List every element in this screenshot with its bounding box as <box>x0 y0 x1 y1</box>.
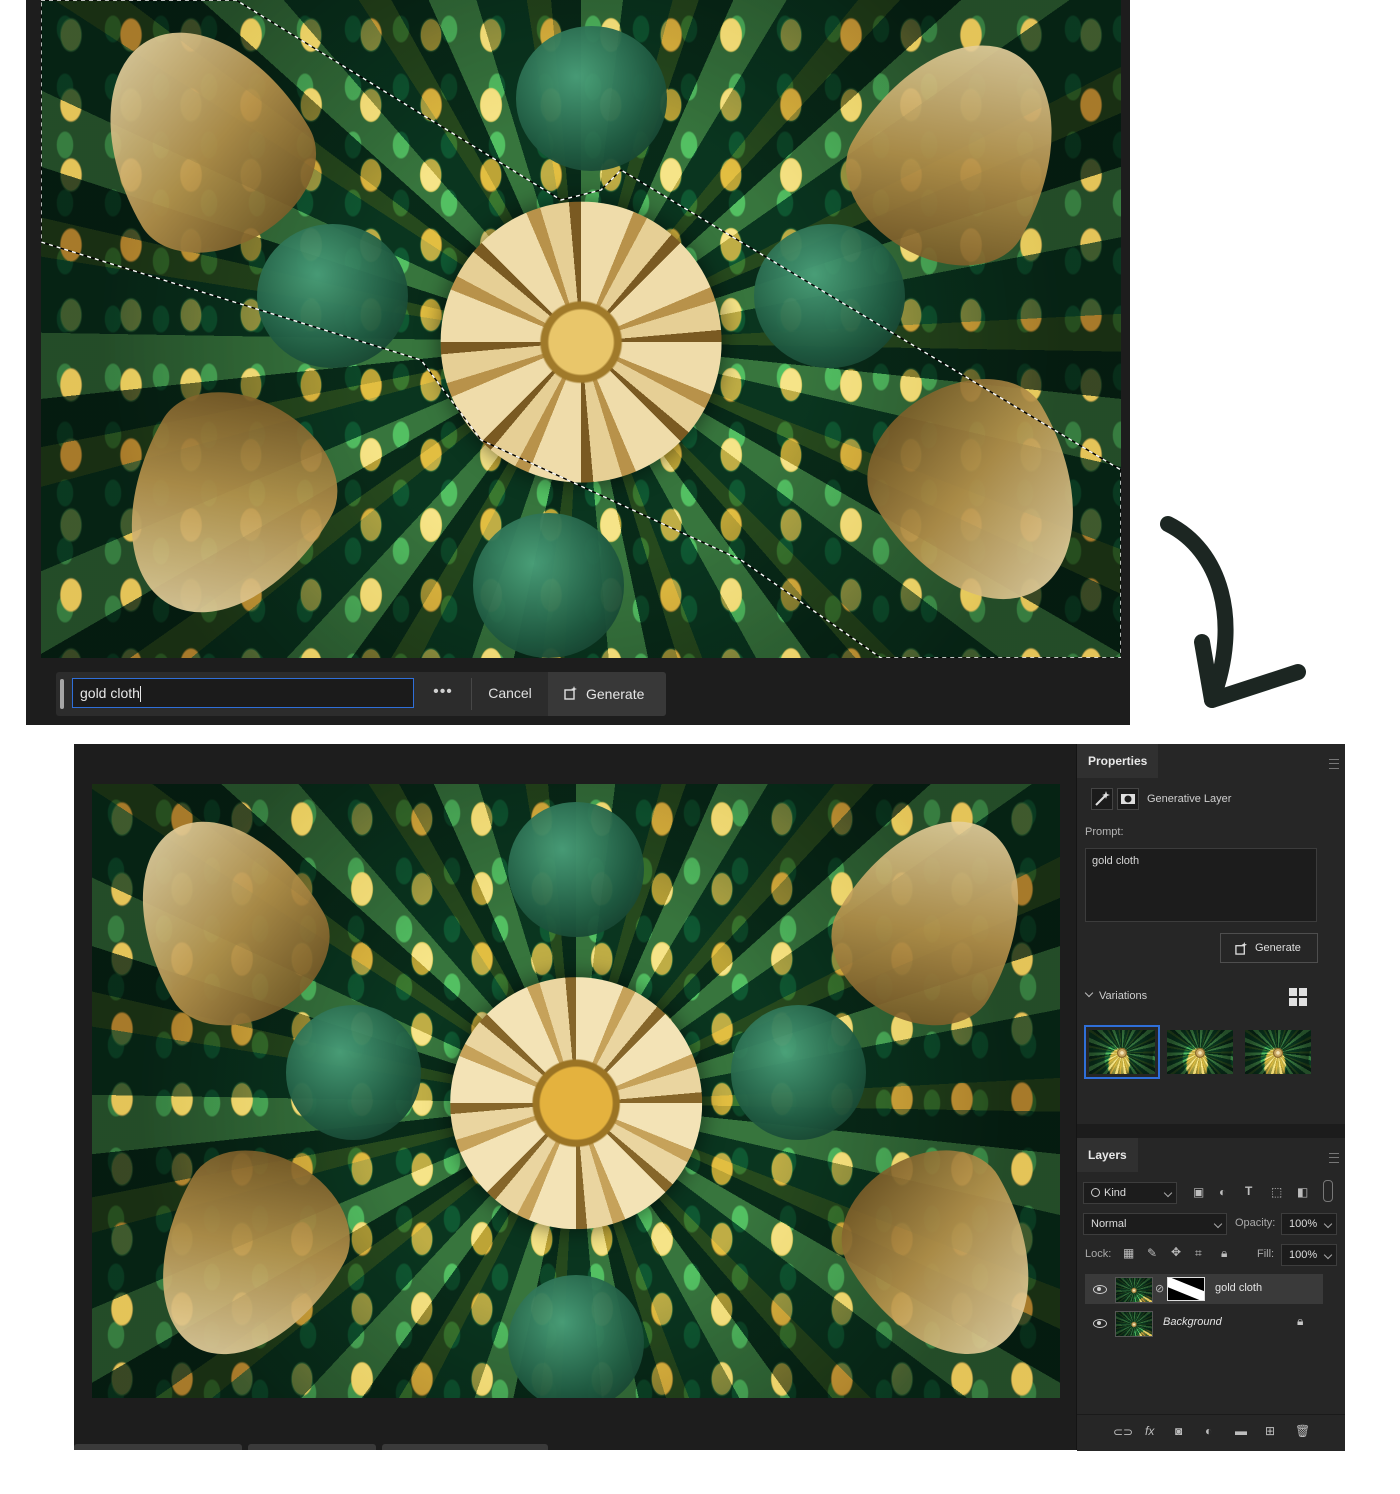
tab-properties[interactable]: Properties <box>1077 744 1159 778</box>
document-tab[interactable] <box>248 1444 376 1450</box>
generate-icon <box>564 686 577 700</box>
visibility-eye-icon[interactable] <box>1093 1319 1107 1328</box>
opacity-input[interactable]: 100% <box>1281 1213 1337 1235</box>
layer-type-label: Generative Layer <box>1147 793 1232 805</box>
variation-thumbnail-2[interactable] <box>1167 1030 1233 1074</box>
center-flower <box>440 201 722 483</box>
visibility-eye-icon[interactable] <box>1093 1285 1107 1294</box>
layer-name: gold cloth <box>1215 1282 1263 1294</box>
generate-button[interactable]: Generate <box>1220 933 1318 963</box>
panel-menu-icon[interactable] <box>1329 759 1339 769</box>
search-icon <box>1091 1188 1100 1197</box>
layer-row-background[interactable]: Background 🔒︎ <box>1085 1308 1323 1338</box>
generative-layer-icon <box>1091 788 1113 810</box>
grid-view-icon[interactable] <box>1289 988 1309 1008</box>
layers-footer-toolbar: ⊂⊃ fx ◙ ◐ ▬ ⊞ 🗑︎ <box>1077 1414 1345 1451</box>
fill-input[interactable]: 100% <box>1281 1244 1337 1266</box>
contextual-task-bar: gold cloth ••• Cancel Generate <box>56 672 666 716</box>
document-tab[interactable] <box>74 1444 242 1450</box>
panel-divider <box>1077 1124 1345 1138</box>
lock-artboard-icon[interactable]: ⌗ <box>1195 1246 1202 1261</box>
cancel-button[interactable]: Cancel <box>480 678 540 708</box>
fx-icon[interactable]: fx <box>1145 1424 1154 1438</box>
prompt-input[interactable]: gold cloth <box>72 678 414 708</box>
prompt-label: Prompt: <box>1085 826 1124 838</box>
lock-position-icon[interactable]: ✥ <box>1171 1245 1181 1259</box>
curved-arrow-icon <box>1160 516 1306 708</box>
variation-thumbnail-3[interactable] <box>1245 1030 1311 1074</box>
document-canvas <box>74 744 1076 1450</box>
new-layer-icon[interactable]: ⊞ <box>1265 1424 1275 1438</box>
bottom-workspace: Properties Generative Layer Prompt: gold… <box>74 744 1345 1451</box>
variation-thumbnail-1[interactable] <box>1084 1025 1160 1079</box>
more-options-button[interactable]: ••• <box>426 678 460 708</box>
top-workspace: gold cloth ••• Cancel Generate <box>26 0 1130 725</box>
divider <box>471 678 472 710</box>
ellipsis-icon: ••• <box>433 683 453 700</box>
variations-label: Variations <box>1099 990 1148 1002</box>
grip-handle[interactable] <box>60 679 64 709</box>
group-folder-icon[interactable]: ▬ <box>1235 1424 1247 1438</box>
lock-icon: 🔒︎ <box>1297 1314 1304 1328</box>
center-flower <box>450 977 702 1230</box>
layer-mask-icon <box>1117 788 1139 810</box>
layer-row-gold-cloth[interactable]: ⊘ gold cloth <box>1085 1274 1323 1304</box>
lock-transparent-icon[interactable]: ▦ <box>1123 1246 1134 1260</box>
layer-filter-select[interactable]: Kind <box>1083 1182 1177 1204</box>
filter-toggle[interactable] <box>1323 1180 1333 1202</box>
opacity-label: Opacity: <box>1235 1217 1276 1229</box>
right-panels: Properties Generative Layer Prompt: gold… <box>1076 744 1345 1451</box>
canvas-image-after <box>92 784 1060 1398</box>
adjustment-filter-icon[interactable]: ◐ <box>1219 1185 1226 1199</box>
blend-mode-select[interactable]: Normal <box>1083 1213 1227 1235</box>
panel-menu-icon[interactable] <box>1329 1153 1339 1163</box>
shape-filter-icon[interactable]: ⬚ <box>1271 1185 1282 1199</box>
fill-label: Fill: <box>1257 1248 1275 1260</box>
chevron-down-icon[interactable] <box>1084 988 1094 998</box>
lock-all-icon[interactable]: 🔒︎ <box>1221 1246 1227 1261</box>
adjustment-layer-icon[interactable]: ◐ <box>1205 1424 1212 1438</box>
layer-mask-thumbnail[interactable] <box>1167 1277 1205 1301</box>
lock-label: Lock: <box>1085 1248 1112 1260</box>
generate-icon <box>1235 942 1248 955</box>
generate-button[interactable]: Generate <box>548 672 666 716</box>
document-tab[interactable] <box>382 1444 548 1450</box>
layer-name: Background <box>1163 1316 1222 1328</box>
tab-layers[interactable]: Layers <box>1077 1138 1138 1172</box>
lock-paint-icon[interactable]: ✎ <box>1147 1246 1157 1260</box>
link-icon[interactable]: ⊘ <box>1155 1282 1164 1295</box>
layer-thumbnail <box>1115 1277 1153 1303</box>
add-mask-icon[interactable]: ◙ <box>1175 1424 1182 1438</box>
smart-object-filter-icon[interactable]: ◧ <box>1297 1185 1308 1199</box>
delete-layer-icon[interactable]: 🗑︎ <box>1295 1424 1310 1438</box>
link-layers-icon[interactable]: ⊂⊃ <box>1113 1425 1133 1439</box>
type-filter-icon[interactable]: T <box>1245 1184 1252 1198</box>
layer-thumbnail <box>1115 1311 1153 1337</box>
canvas-image-before <box>41 0 1121 658</box>
prompt-textarea[interactable]: gold cloth <box>1085 848 1317 922</box>
image-filter-icon[interactable]: ▣ <box>1193 1185 1204 1199</box>
